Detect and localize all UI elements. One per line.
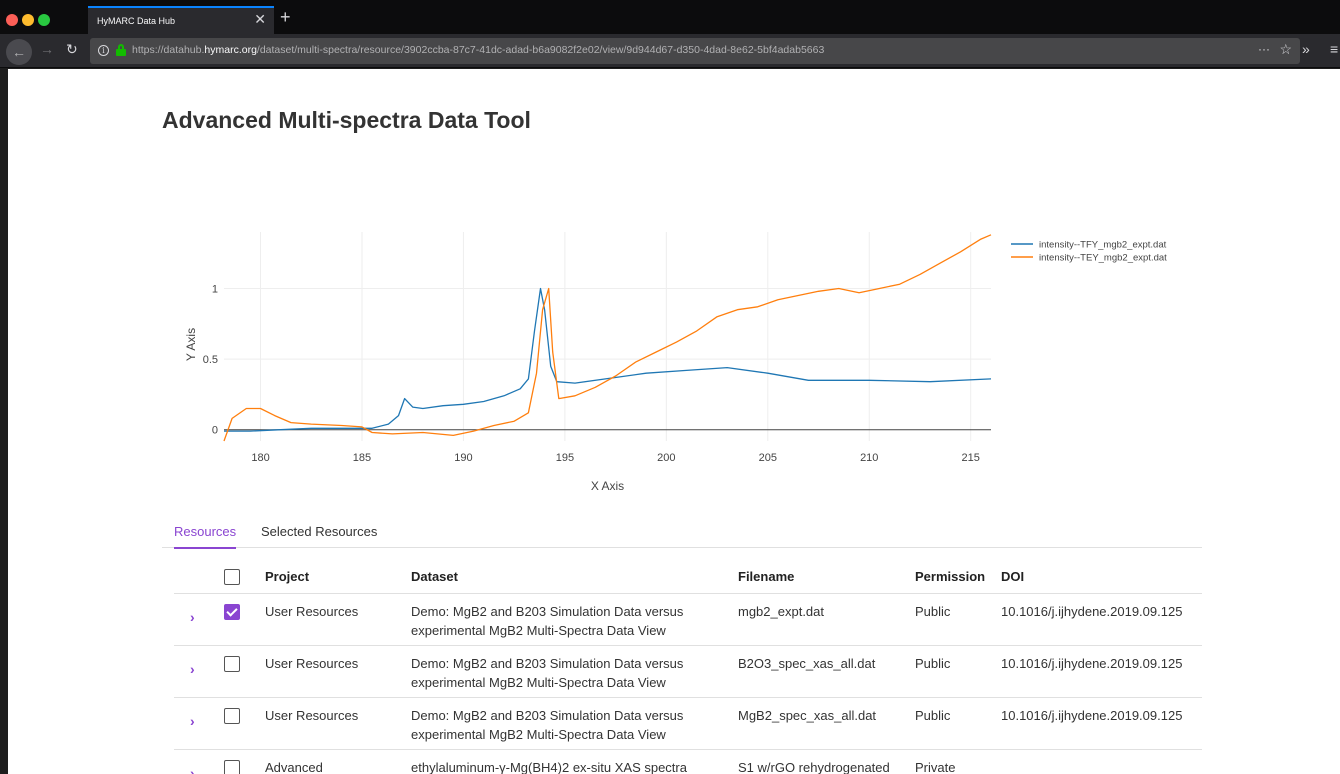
x-tick-label: 215 xyxy=(962,452,980,464)
cell-filename: S1 w/rGO rehydrogenated xyxy=(738,760,890,774)
cell-dataset: Demo: MgB2 and B203 Simulation Data vers… xyxy=(411,604,684,638)
table-row[interactable]: › User Resources Demo: MgB2 and B203 Sim… xyxy=(174,646,1202,698)
legend-label: intensity--TFY_mgb2_expt.dat xyxy=(1039,240,1167,251)
table-row[interactable]: › User Resources Demo: MgB2 and B203 Sim… xyxy=(174,594,1202,646)
x-tick-label: 210 xyxy=(860,452,878,464)
forward-arrow-icon[interactable]: → xyxy=(40,41,54,57)
table-header: Project Dataset Filename Permission DOI xyxy=(174,559,1202,594)
header-permission[interactable]: Permission xyxy=(915,567,985,586)
new-tab-button[interactable]: + xyxy=(280,8,291,26)
resource-tabs: Resources Selected Resources xyxy=(162,516,1202,549)
expand-chevron-icon[interactable]: › xyxy=(190,765,195,774)
row-checkbox[interactable] xyxy=(224,708,240,724)
back-arrow-icon[interactable]: ← xyxy=(6,39,32,65)
cell-permission: Public xyxy=(915,604,951,619)
expand-chevron-icon[interactable]: › xyxy=(190,661,195,677)
cell-filename: MgB2_spec_xas_all.dat xyxy=(738,708,877,723)
x-axis-title: X Axis xyxy=(591,479,624,493)
y-tick-label: 1 xyxy=(212,283,218,295)
browser-window: HyMARC Data Hub ✕ + ← → ↻ i https://data… xyxy=(0,0,1340,774)
cell-dataset: Demo: MgB2 and B203 Simulation Data vers… xyxy=(411,708,684,742)
nav-bar: ← → ↻ i https://datahub.hymarc.org/datas… xyxy=(0,34,1340,68)
overflow-icon[interactable]: » xyxy=(1302,41,1310,57)
x-tick-label: 205 xyxy=(759,452,777,464)
spectra-chart[interactable]: 180 185 190 195 200 205 210 215 0 0.5 1 intensity--… xyxy=(8,69,1340,509)
legend-label: intensity--TEY_mgb2_expt.dat xyxy=(1039,253,1167,264)
row-checkbox[interactable] xyxy=(224,604,240,620)
reload-icon[interactable]: ↻ xyxy=(66,41,78,58)
cell-permission: Private xyxy=(915,760,956,774)
more-icon[interactable]: ··· xyxy=(1258,42,1270,56)
cell-filename: B2O3_spec_xas_all.dat xyxy=(738,656,876,671)
menu-icon[interactable]: ≡ xyxy=(1330,41,1338,57)
tab-bar: HyMARC Data Hub ✕ + xyxy=(0,0,1340,34)
expand-chevron-icon[interactable]: › xyxy=(190,609,195,625)
url-text[interactable]: https://datahub.hymarc.org/dataset/multi… xyxy=(132,44,824,56)
cell-doi: 10.1016/j.ijhydene.2019.09.125 xyxy=(1001,656,1183,671)
url-bar[interactable]: i https://datahub.hymarc.org/dataset/mul… xyxy=(90,38,1300,64)
cell-permission: Public xyxy=(915,708,951,723)
minimize-window-button[interactable] xyxy=(22,14,34,26)
x-tick-label: 200 xyxy=(657,452,675,464)
tab-selected-resources[interactable]: Selected Resources xyxy=(261,524,377,547)
header-doi[interactable]: DOI xyxy=(1001,567,1024,586)
y-tick-label: 0 xyxy=(212,425,218,437)
cell-dataset: ethylaluminum-γ-Mg(BH4)2 ex-situ XAS spe… xyxy=(411,760,687,774)
header-dataset[interactable]: Dataset xyxy=(411,567,458,586)
header-project[interactable]: Project xyxy=(265,567,309,586)
x-tick-label: 195 xyxy=(556,452,574,464)
cell-filename: mgb2_expt.dat xyxy=(738,604,825,619)
info-icon[interactable]: i xyxy=(98,45,109,56)
cell-permission: Public xyxy=(915,656,951,671)
tab-resources[interactable]: Resources xyxy=(174,524,237,549)
cell-doi: 10.1016/j.ijhydene.2019.09.125 xyxy=(1001,604,1183,619)
star-icon[interactable]: ☆ xyxy=(1279,41,1292,58)
y-axis-title: Y Axis xyxy=(184,328,198,361)
cell-doi: 10.1016/j.ijhydene.2019.09.125 xyxy=(1001,708,1183,723)
cell-project: User Resources xyxy=(265,656,359,671)
y-tick-label: 0.5 xyxy=(203,354,218,366)
cell-project: User Resources xyxy=(265,604,359,619)
series-line-1 xyxy=(224,287,992,432)
select-all-checkbox[interactable] xyxy=(224,569,240,585)
page-content: Advanced Multi-spectra Data Tool 180 185 1… xyxy=(8,69,1340,774)
x-tick-label: 185 xyxy=(353,452,371,464)
table-row[interactable]: › User Resources Demo: MgB2 and B203 Sim… xyxy=(174,698,1202,750)
maximize-window-button[interactable] xyxy=(38,14,50,26)
row-checkbox[interactable] xyxy=(224,656,240,672)
close-window-button[interactable] xyxy=(6,14,18,26)
expand-chevron-icon[interactable]: › xyxy=(190,713,195,729)
x-tick-label: 190 xyxy=(454,452,472,464)
close-tab-icon[interactable]: ✕ xyxy=(254,12,266,26)
lock-icon[interactable] xyxy=(116,44,126,56)
table-row[interactable]: › Advanced ethylaluminum-γ-Mg(BH4)2 ex-s… xyxy=(174,750,1202,774)
cell-project: Advanced xyxy=(265,760,323,774)
browser-tab[interactable]: HyMARC Data Hub ✕ xyxy=(88,6,274,34)
x-tick-label: 180 xyxy=(251,452,269,464)
tab-title: HyMARC Data Hub xyxy=(97,16,176,26)
header-filename[interactable]: Filename xyxy=(738,567,794,586)
series-line-2 xyxy=(223,234,992,442)
cell-project: User Resources xyxy=(265,708,359,723)
cell-dataset: Demo: MgB2 and B203 Simulation Data vers… xyxy=(411,656,684,690)
row-checkbox[interactable] xyxy=(224,760,240,774)
